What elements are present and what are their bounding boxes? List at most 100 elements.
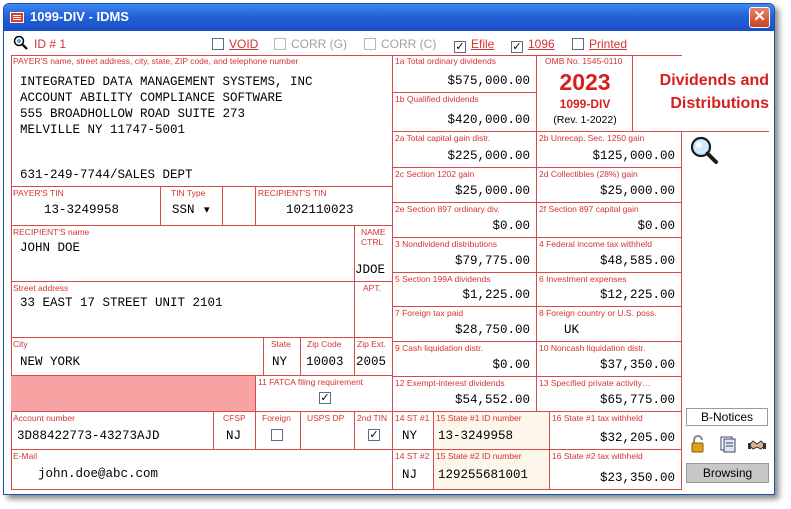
- payer-line-4: MELVILLE NY 11747-5001: [20, 123, 186, 137]
- search-icon[interactable]: [13, 35, 28, 50]
- box-2c-field[interactable]: 2c Section 1202 gain $25,000.00: [393, 168, 537, 203]
- box-13-field[interactable]: 13 Specified private activity… $65,775.00: [537, 377, 682, 412]
- cfsp-field[interactable]: CFSP NJ: [214, 412, 256, 450]
- zip-ext-label: Zip Ext.: [357, 339, 386, 349]
- close-button[interactable]: ✕: [749, 7, 770, 28]
- payer-tin-field[interactable]: PAYER'S TIN 13-3249958: [11, 187, 161, 226]
- fatca-checkbox[interactable]: ✓: [319, 392, 331, 404]
- form-1099-div: PAYER'S name, street address, city, stat…: [11, 55, 769, 490]
- recipient-name-value: JOHN DOE: [20, 241, 81, 255]
- box-7-field[interactable]: 7 Foreign tax paid $28,750.00: [393, 307, 537, 342]
- zip-code-label: Zip Code: [307, 339, 342, 349]
- state-value: NY: [272, 355, 288, 369]
- state-2-code-field[interactable]: 14 ST #2 NJ: [393, 450, 434, 490]
- state-1-tax-value: $32,205.00: [599, 431, 675, 445]
- zip-ext-field[interactable]: Zip Ext. 2005: [355, 338, 393, 376]
- box-10-label: 10 Noncash liquidation distr.: [539, 343, 646, 353]
- state-2-tax-value: $23,350.00: [599, 471, 675, 485]
- name-ctrl-label: NAME CTRL: [361, 227, 386, 247]
- recipient-name-field[interactable]: RECIPIENT'S name JOHN DOE: [11, 226, 355, 282]
- box-9-value: $0.00: [492, 358, 530, 372]
- apt-field[interactable]: APT.: [355, 282, 393, 338]
- street-address-field[interactable]: Street address 33 EAST 17 STREET UNIT 21…: [11, 282, 355, 338]
- box-9-label: 9 Cash liquidation distr.: [395, 343, 483, 353]
- box-3-value: $79,775.00: [454, 254, 530, 268]
- corr-g-checkbox[interactable]: CORR (G): [274, 37, 347, 51]
- documents-icon[interactable]: [719, 435, 737, 453]
- account-number-value: 3D88422773-43273AJD: [17, 429, 160, 443]
- state-field[interactable]: State NY: [264, 338, 301, 376]
- lock-icon[interactable]: [689, 435, 707, 453]
- usps-dp-field[interactable]: USPS DP: [301, 412, 355, 450]
- handshake-icon[interactable]: [748, 436, 766, 452]
- state-2-tax-field[interactable]: 16 State #2 tax withheld $23,350.00: [550, 450, 682, 490]
- corr-c-checkbox[interactable]: CORR (C): [364, 37, 436, 51]
- box-2e-field[interactable]: 2e Section 897 ordinary div. $0.00: [393, 203, 537, 238]
- box-3-field[interactable]: 3 Nondividend distributions $79,775.00: [393, 238, 537, 273]
- box-9-field[interactable]: 9 Cash liquidation distr. $0.00: [393, 342, 537, 377]
- second-tin-field[interactable]: 2nd TIN ✓: [355, 412, 393, 450]
- browsing-button[interactable]: Browsing: [686, 463, 769, 483]
- recipient-tin-field[interactable]: RECIPIENT'S TIN 102110023: [256, 187, 393, 226]
- fatca-field[interactable]: 11 FATCA filing requirement ✓: [256, 376, 393, 412]
- box-2d-field[interactable]: 2d Collectibles (28%) gain $25,000.00: [537, 168, 682, 203]
- state-2-id-value: 129255681001: [438, 468, 529, 482]
- street-address-value: 33 EAST 17 STREET UNIT 2101: [20, 296, 223, 310]
- box-1a-field[interactable]: 1a Total ordinary dividends $575,000.00: [393, 55, 537, 93]
- name-ctrl-field[interactable]: NAME CTRL JDOE: [355, 226, 393, 282]
- foreign-checkbox[interactable]: [271, 429, 283, 441]
- box-1b-field[interactable]: 1b Qualified dividends $420,000.00: [393, 93, 537, 132]
- efile-check-icon: ✓: [454, 41, 466, 53]
- void-label: VOID: [229, 37, 259, 51]
- void-checkbox[interactable]: VOID: [212, 37, 258, 51]
- box-2a-field[interactable]: 2a Total capital gain distr. $225,000.00: [393, 132, 537, 168]
- state-1-code-value: NY: [402, 429, 418, 443]
- city-field[interactable]: City NEW YORK: [11, 338, 264, 376]
- tin-type-select[interactable]: TIN Type SSN ▾: [161, 187, 223, 226]
- state-2-id-label: 15 State #2 ID number: [436, 451, 522, 461]
- lookup-magnifier-icon[interactable]: [689, 135, 719, 165]
- email-value: john.doe@abc.com: [38, 467, 159, 481]
- efile-checkbox[interactable]: ✓ Efile: [454, 37, 494, 53]
- payer-phone: 631-249-7744/SALES DEPT: [20, 168, 193, 182]
- email-field[interactable]: E-Mail john.doe@abc.com: [11, 450, 393, 490]
- box-8-label: 8 Foreign country or U.S. poss.: [539, 308, 657, 318]
- f1096-checkbox[interactable]: ✓ 1096: [511, 37, 555, 53]
- payer-info-field[interactable]: PAYER'S name, street address, city, stat…: [11, 55, 393, 187]
- box-4-field[interactable]: 4 Federal income tax withheld $48,585.00: [537, 238, 682, 273]
- box-8-field[interactable]: 8 Foreign country or U.S. poss. UK: [537, 307, 682, 342]
- state-1-tax-field[interactable]: 16 State #1 tax withheld $32,205.00: [550, 412, 682, 450]
- b-notices-button[interactable]: B-Notices: [686, 408, 768, 426]
- second-tin-checkbox[interactable]: ✓: [368, 429, 380, 441]
- box-2a-label: 2a Total capital gain distr.: [395, 133, 491, 143]
- box-6-field[interactable]: 6 Investment expenses $12,225.00: [537, 273, 682, 307]
- box-7-value: $28,750.00: [454, 323, 530, 337]
- payer-tin-label: PAYER'S TIN: [13, 188, 64, 198]
- state-1-code-field[interactable]: 14 ST #1 NY: [393, 412, 434, 450]
- box-10-field[interactable]: 10 Noncash liquidation distr. $37,350.00: [537, 342, 682, 377]
- corr-c-label: CORR (C): [381, 37, 437, 51]
- box-5-field[interactable]: 5 Section 199A dividends $1,225.00: [393, 273, 537, 307]
- state-label: State: [271, 339, 291, 349]
- box-2b-label: 2b Unrecap. Sec. 1250 gain: [539, 133, 645, 143]
- state-2-code-value: NJ: [402, 468, 418, 482]
- box-2a-value: $225,000.00: [447, 149, 530, 163]
- box-2b-field[interactable]: 2b Unrecap. Sec. 1250 gain $125,000.00: [537, 132, 682, 168]
- fatca-label: 11 FATCA filing requirement: [258, 377, 364, 387]
- corr-g-label: CORR (G): [291, 37, 347, 51]
- box-12-field[interactable]: 12 Exempt-interest dividends $54,552.00: [393, 377, 537, 412]
- efile-label: Efile: [471, 37, 495, 51]
- account-number-field[interactable]: Account number 3D88422773-43273AJD: [11, 412, 214, 450]
- box-2f-field[interactable]: 2f Section 897 capital gain $0.00: [537, 203, 682, 238]
- form-title-area: Dividends and Distributions: [633, 55, 769, 132]
- recipient-name-label: RECIPIENT'S name: [13, 227, 90, 237]
- state-1-id-field[interactable]: 15 State #1 ID number 13-3249958: [434, 412, 550, 450]
- city-value: NEW YORK: [20, 355, 81, 369]
- zip-code-field[interactable]: Zip Code 10003: [301, 338, 355, 376]
- email-label: E-Mail: [13, 451, 38, 461]
- omb-label: OMB No. 1545-0110: [545, 56, 623, 66]
- state-2-id-field[interactable]: 15 State #2 ID number 129255681001: [434, 450, 550, 490]
- printed-checkbox[interactable]: Printed: [572, 37, 627, 51]
- foreign-field[interactable]: Foreign: [256, 412, 301, 450]
- apt-label: APT.: [363, 283, 381, 293]
